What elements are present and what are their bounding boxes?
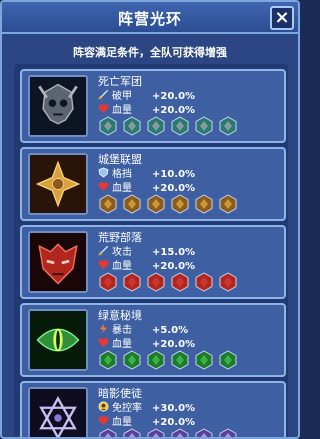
tribe-faction-icon[interactable] xyxy=(194,272,214,292)
faction-card[interactable]: 绿意秘境 暴击 +5.0% 血量 +20.0% xyxy=(20,303,286,377)
stat-label: 免控率 xyxy=(112,403,142,414)
faction-stat: 血量 +20.0% xyxy=(98,413,196,428)
faction-stat: 暴击 +5.0% xyxy=(98,321,188,336)
stat-value: +20.0% xyxy=(152,105,196,116)
tribe-faction-icon[interactable] xyxy=(98,272,118,292)
stat-value: +20.0% xyxy=(152,183,196,194)
faction-stat: 破甲 +20.0% xyxy=(98,87,195,102)
panel-header: 阵营光环 × xyxy=(2,2,298,34)
stat-value: +20.0% xyxy=(152,417,196,428)
shadow-faction-icon[interactable] xyxy=(194,428,214,437)
panel-title: 阵营光环 xyxy=(117,10,182,28)
heart-icon xyxy=(98,416,112,428)
faction-stat: 血量 +20.0% xyxy=(98,179,196,194)
shadow-faction-icon[interactable] xyxy=(170,428,190,437)
faction-badges xyxy=(98,350,242,372)
heart-icon xyxy=(98,182,112,194)
stat-label: 攻击 xyxy=(112,247,132,258)
panel-subtitle: 阵容满足条件，全队可获得增强 xyxy=(73,46,227,59)
faction-list[interactable]: 死亡军团 破甲 +20.0% 血量 +20.0% 城堡联盟 格挡 +10.0% 血量 +20.0… xyxy=(14,64,288,437)
forest-faction-icon[interactable] xyxy=(194,350,214,370)
faction-card[interactable]: 荒野部落 攻击 +15.0% 血量 +20.0% xyxy=(20,225,286,299)
faction-card[interactable]: 城堡联盟 格挡 +10.0% 血量 +20.0% xyxy=(20,147,286,221)
cross-emblem-icon xyxy=(28,153,88,215)
forest-faction-icon[interactable] xyxy=(170,350,190,370)
castle-faction-icon[interactable] xyxy=(146,194,166,214)
shadow-faction-icon[interactable] xyxy=(98,428,118,437)
stat-label: 格挡 xyxy=(112,169,132,180)
stat-label: 血量 xyxy=(112,183,132,194)
shadow-faction-icon[interactable] xyxy=(146,428,166,437)
castle-faction-icon[interactable] xyxy=(218,194,238,214)
faction-badges xyxy=(98,194,242,216)
heart-icon xyxy=(98,104,112,116)
stat-value: +20.0% xyxy=(152,339,196,350)
undead-faction-icon[interactable] xyxy=(170,116,190,136)
forest-faction-icon[interactable] xyxy=(146,350,166,370)
stat-value: +20.0% xyxy=(152,261,196,272)
stat-label: 血量 xyxy=(112,261,132,272)
castle-faction-icon[interactable] xyxy=(170,194,190,214)
faction-card[interactable]: 死亡军团 破甲 +20.0% 血量 +20.0% xyxy=(20,69,286,143)
undead-faction-icon[interactable] xyxy=(98,116,118,136)
faction-card[interactable]: 暗影使徒 免控率 +30.0% 血量 +20.0% xyxy=(20,381,286,437)
heart-icon xyxy=(98,260,112,272)
stat-label: 破甲 xyxy=(112,91,132,102)
skull-emblem-icon xyxy=(28,75,88,137)
undead-faction-icon[interactable] xyxy=(194,116,214,136)
tribe-faction-icon[interactable] xyxy=(146,272,166,292)
tribe-faction-icon[interactable] xyxy=(170,272,190,292)
faction-badges xyxy=(98,272,242,294)
forest-faction-icon[interactable] xyxy=(218,350,238,370)
forest-faction-icon[interactable] xyxy=(98,350,118,370)
castle-faction-icon[interactable] xyxy=(122,194,142,214)
stat-label: 暴击 xyxy=(112,325,132,336)
faction-stat: 格挡 +10.0% xyxy=(98,165,195,180)
faction-aura-panel: 阵营光环 × 阵容满足条件，全队可获得增强 死亡军团 破甲 +20.0% 血量 +20.… xyxy=(0,0,300,439)
eye-emblem-icon xyxy=(28,309,88,371)
shadow-faction-icon[interactable] xyxy=(122,428,142,437)
stat-label: 血量 xyxy=(112,339,132,350)
close-button[interactable]: × xyxy=(270,6,294,30)
tribe-faction-icon[interactable] xyxy=(218,272,238,292)
faction-stat: 血量 +20.0% xyxy=(98,257,196,272)
undead-faction-icon[interactable] xyxy=(146,116,166,136)
faction-badges xyxy=(98,116,242,138)
faction-stat: 血量 +20.0% xyxy=(98,335,196,350)
undead-faction-icon[interactable] xyxy=(122,116,142,136)
stat-label: 血量 xyxy=(112,417,132,428)
castle-faction-icon[interactable] xyxy=(194,194,214,214)
forest-faction-icon[interactable] xyxy=(122,350,142,370)
shadow-faction-icon[interactable] xyxy=(218,428,238,437)
faction-stat: 攻击 +15.0% xyxy=(98,243,195,258)
heart-icon xyxy=(98,338,112,350)
undead-faction-icon[interactable] xyxy=(218,116,238,136)
hexagram-emblem-icon xyxy=(28,387,88,437)
stat-label: 血量 xyxy=(112,105,132,116)
castle-faction-icon[interactable] xyxy=(98,194,118,214)
faction-badges xyxy=(98,428,242,437)
faction-stat: 免控率 +30.0% xyxy=(98,399,195,414)
faction-stat: 血量 +20.0% xyxy=(98,101,196,116)
tribe-faction-icon[interactable] xyxy=(122,272,142,292)
mask-emblem-icon xyxy=(28,231,88,293)
